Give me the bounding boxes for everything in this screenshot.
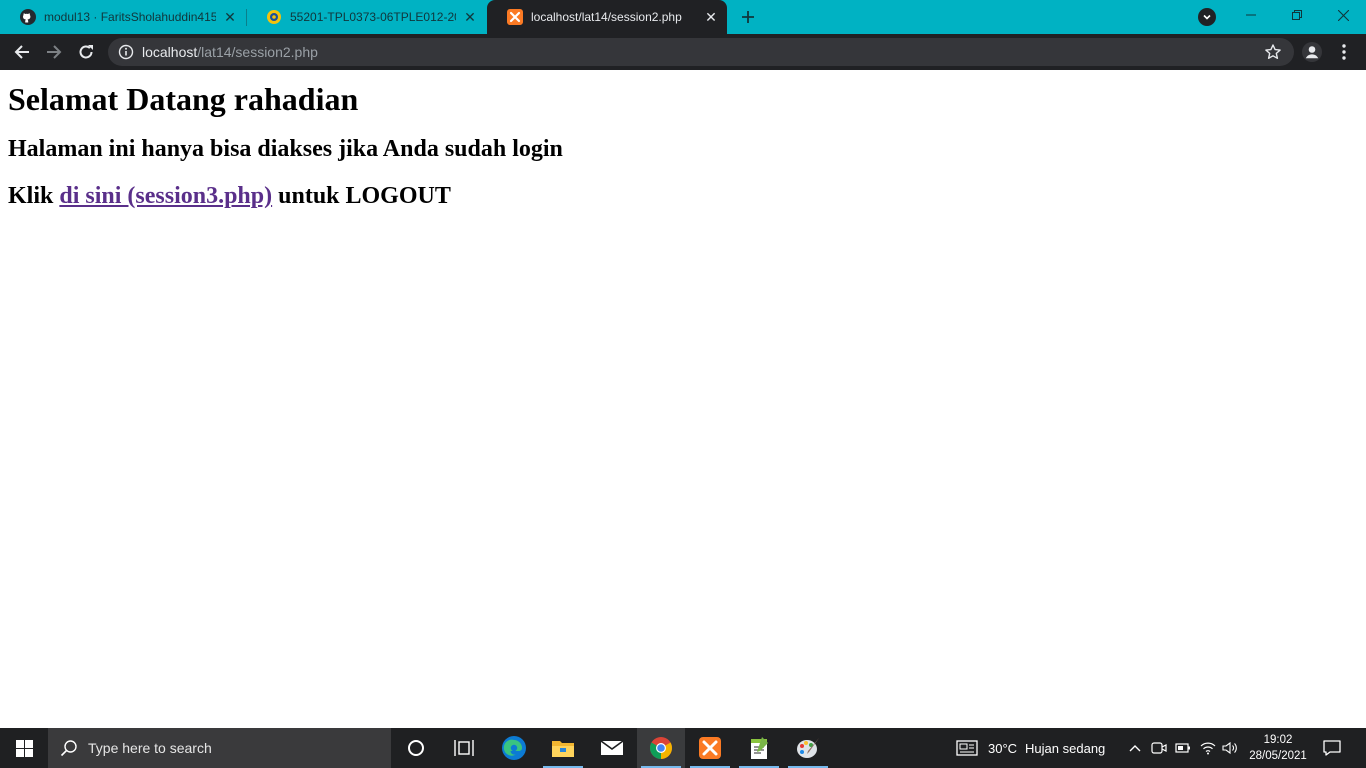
tab-title: localhost/lat14/session2.php	[531, 10, 682, 24]
menu-button[interactable]	[1332, 40, 1356, 64]
news-weather-icon	[956, 740, 978, 756]
tab-github[interactable]: modul13 · FaritsSholahuddin415/ ✕	[0, 0, 246, 34]
tab-elearning[interactable]: 55201-TPL0373-06TPLE012-2020 ✕	[246, 0, 486, 34]
system-clock[interactable]: 19:02 28/05/2021	[1246, 732, 1310, 764]
close-tab-icon[interactable]: ✕	[222, 9, 238, 25]
tab-title: 55201-TPL0373-06TPLE012-2020	[290, 10, 456, 24]
more-vert-icon	[1342, 44, 1346, 60]
github-icon	[20, 9, 36, 25]
task-view-icon	[454, 740, 474, 756]
xampp-icon	[507, 9, 523, 25]
mail-icon	[600, 740, 624, 755]
profile-button[interactable]	[1300, 40, 1324, 64]
notepad-plus-plus-app[interactable]	[735, 728, 783, 768]
university-logo-icon	[266, 9, 282, 25]
clock-date: 28/05/2021	[1249, 750, 1307, 762]
windows-logo-icon	[15, 739, 33, 757]
logout-prefix: Klik	[8, 183, 54, 209]
tab-search-button[interactable]	[1198, 8, 1216, 26]
url-path: /lat14/session2.php	[197, 44, 318, 60]
address-bar[interactable]: localhost/lat14/session2.php	[108, 38, 1294, 66]
cortana-icon	[408, 740, 424, 756]
paint-app[interactable]	[784, 728, 832, 768]
tab-strip: modul13 · FaritsSholahuddin415/ ✕ 55201-…	[0, 0, 1366, 34]
battery-icon[interactable]	[1174, 739, 1192, 757]
close-tab-icon[interactable]: ✕	[703, 9, 719, 25]
url-text: localhost/lat14/session2.php	[142, 44, 318, 60]
task-view-button[interactable]	[440, 728, 488, 768]
meet-now-icon[interactable]	[1150, 739, 1168, 757]
action-center-icon[interactable]	[1322, 738, 1342, 758]
close-window-button[interactable]	[1320, 0, 1366, 30]
chevron-up-icon	[1129, 745, 1141, 752]
weather-widget[interactable]: 30°C Hujan sedang	[956, 728, 1105, 768]
forward-button[interactable]	[40, 38, 68, 66]
arrow-left-icon	[14, 45, 29, 59]
paint-icon	[797, 738, 819, 758]
clock-time: 19:02	[1263, 734, 1293, 746]
xampp-icon	[699, 737, 721, 759]
new-tab-button[interactable]	[736, 5, 760, 29]
edge-app[interactable]	[490, 728, 538, 768]
page-title: Selamat Datang rahadian	[8, 81, 359, 117]
info-icon[interactable]	[118, 44, 134, 60]
taskbar-search[interactable]: Type here to search	[48, 728, 391, 768]
url-host: localhost	[142, 44, 198, 60]
bookmark-star-icon[interactable]	[1264, 43, 1282, 61]
account-icon	[1302, 42, 1322, 62]
weather-description: Hujan sedang	[1025, 740, 1106, 756]
search-placeholder: Type here to search	[88, 740, 212, 756]
xampp-app[interactable]	[686, 728, 734, 768]
cortana-button[interactable]	[392, 728, 440, 768]
reload-button[interactable]	[72, 38, 100, 66]
back-button[interactable]	[8, 38, 36, 66]
tab-session2[interactable]: localhost/lat14/session2.php ✕	[487, 0, 727, 34]
wifi-icon[interactable]	[1199, 739, 1217, 757]
logout-link[interactable]: di sini (session3.php)	[59, 183, 272, 209]
restore-button[interactable]	[1274, 0, 1320, 30]
start-button[interactable]	[0, 728, 48, 768]
mail-app[interactable]	[588, 728, 636, 768]
minimize-button[interactable]	[1228, 0, 1274, 30]
close-tab-icon[interactable]: ✕	[462, 9, 478, 25]
search-icon	[60, 739, 78, 757]
reload-icon	[79, 45, 93, 59]
weather-temperature: 30°C	[988, 740, 1018, 756]
file-explorer-app[interactable]	[539, 728, 587, 768]
page-subtitle: Halaman ini hanya bisa diakses jika Anda…	[8, 136, 563, 162]
logout-line: Klik di sini (session3.php) untuk LOGOUT	[8, 183, 451, 210]
volume-icon[interactable]	[1221, 739, 1239, 757]
notepad-plus-plus-icon	[751, 737, 768, 759]
arrow-right-icon	[47, 45, 62, 59]
file-explorer-icon	[552, 741, 574, 757]
taskbar: Type here to search 30°C Hujan sedang 19…	[0, 728, 1366, 768]
chrome-app[interactable]	[637, 728, 685, 768]
chrome-icon	[650, 737, 672, 759]
logout-suffix: untuk LOGOUT	[278, 183, 451, 209]
edge-icon	[502, 736, 526, 760]
show-hidden-icons-button[interactable]	[1126, 739, 1144, 757]
page-viewport: Selamat Datang rahadian Halaman ini hany…	[0, 70, 1366, 728]
browser-toolbar: localhost/lat14/session2.php	[0, 34, 1366, 70]
tab-title: modul13 · FaritsSholahuddin415/	[44, 10, 216, 24]
